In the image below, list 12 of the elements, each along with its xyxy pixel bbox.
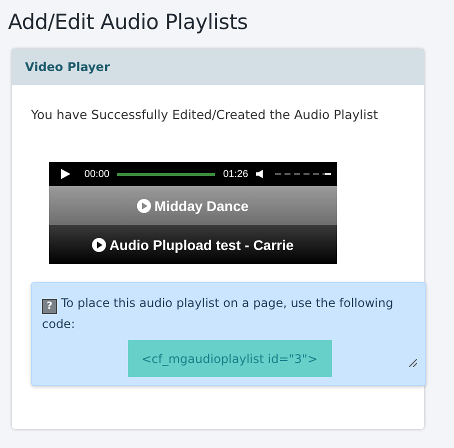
success-message: You have Successfully Edited/Created the Audio Playlist <box>31 107 380 122</box>
code-field[interactable]: <cf_mgaudioplaylist id="3"> <box>128 340 332 377</box>
playlist-track[interactable]: Midday Dance <box>49 186 337 225</box>
duration: 01:26 <box>223 168 248 180</box>
page-title: Add/Edit Audio Playlists <box>8 10 249 34</box>
current-time: 00:00 <box>84 168 110 180</box>
play-icon[interactable] <box>61 168 70 180</box>
resize-icon[interactable] <box>409 359 417 367</box>
volume-icon[interactable] <box>256 169 263 179</box>
playlist-track[interactable]: Audio Plupload test - Carrie <box>49 225 337 264</box>
panel-title: Video Player <box>25 60 110 74</box>
info-text: ? To place this audio playlist on a page, use the following code: <box>42 295 394 333</box>
